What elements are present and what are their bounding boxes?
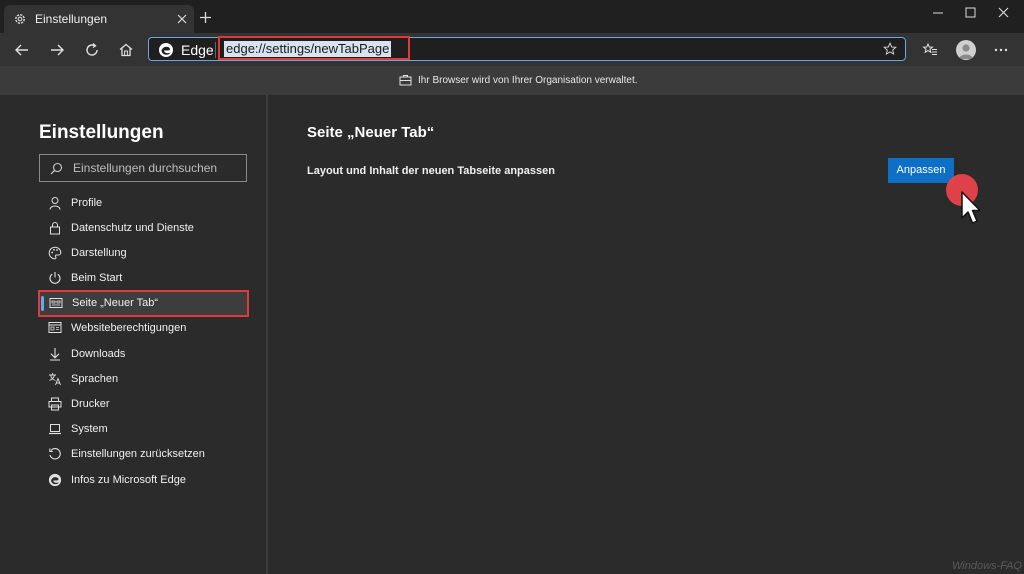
page-title: Seite „Neuer Tab“ [307,124,435,141]
sidebar-item-startup[interactable]: Beim Start [39,266,249,291]
sidebar-item-label: Infos zu Microsoft Edge [71,474,186,486]
sidebar-item-label: Drucker [71,398,110,410]
sidebar-item-printers[interactable]: Drucker [39,392,249,417]
sidebar-item-label: Darstellung [71,247,127,259]
browser-tab[interactable]: Einstellungen [4,5,194,33]
sidebar-item-new-tab-page[interactable]: Seite „Neuer Tab“ [38,290,249,317]
edge-logo-icon [158,42,174,58]
sidebar-item-site-permissions[interactable]: Websiteberechtigungen [39,316,249,341]
edge-logo-icon [48,473,62,487]
sidebar-item-label: Sprachen [71,373,119,385]
sidebar-item-privacy[interactable]: Datenschutz und Dienste [39,216,249,241]
sidebar-item-label: Profile [71,197,103,209]
title-bar: Einstellungen [0,0,1024,33]
sidebar-item-appearance[interactable]: Darstellung [39,241,249,266]
sidebar-item-label: Beim Start [71,272,123,284]
sidebar-item-profile[interactable]: Profile [39,191,249,216]
laptop-icon [48,422,62,436]
settings-sidebar: Einstellungen Einstellungen durchsuchen … [0,95,266,574]
section-label: Layout und Inhalt der neuen Tabseite anp… [307,165,555,177]
favorites-list-icon[interactable] [920,40,940,60]
sidebar-item-system[interactable]: System [39,417,249,442]
managed-info-bar: Ihr Browser wird von Ihrer Organisation … [0,66,1024,95]
briefcase-icon [399,74,412,86]
palette-icon [48,246,62,260]
sidebar-item-label: Downloads [71,348,126,360]
address-prefix: Edge [181,42,214,58]
language-icon [48,372,62,386]
sidebar-item-reset[interactable]: Einstellungen zurücksetzen [39,442,249,467]
sidebar-item-label: Websiteberechtigungen [71,322,187,334]
site-permissions-icon [48,321,62,335]
customize-button[interactable]: Anpassen [888,158,954,183]
home-icon[interactable] [116,40,136,60]
watermark: Windows-FAQ [952,560,1022,572]
printer-icon [48,397,62,411]
active-indicator [41,296,44,311]
browser-toolbar: Edge edge://settings/newTabPage [0,33,1024,66]
sidebar-item-label: Einstellungen zurücksetzen [71,448,205,460]
more-options-icon[interactable] [991,40,1011,60]
gear-icon [13,12,27,26]
back-arrow-icon[interactable] [12,40,32,60]
tab-title: Einstellungen [35,12,108,26]
sidebar-divider [266,95,268,574]
sidebar-item-label: Seite „Neuer Tab“ [72,297,159,309]
sidebar-item-downloads[interactable]: Downloads [39,342,249,367]
close-window-icon[interactable] [988,5,1020,21]
close-tab-icon[interactable] [176,13,188,25]
forward-arrow-icon[interactable] [47,40,67,60]
download-icon [48,347,62,361]
avatar[interactable] [956,40,976,60]
mouse-cursor-icon [960,190,982,226]
managed-notice: Ihr Browser wird von Ihrer Organisation … [418,75,638,86]
favorite-star-icon[interactable] [883,42,897,56]
sidebar-item-label: Datenschutz und Dienste [71,222,194,234]
sidebar-title: Einstellungen [39,122,164,143]
newtab-page-icon [49,296,63,310]
maximize-icon[interactable] [954,5,986,21]
search-icon [50,162,63,175]
url-text[interactable]: edge://settings/newTabPage [224,41,392,57]
sidebar-item-about[interactable]: Infos zu Microsoft Edge [39,468,249,493]
search-placeholder: Einstellungen durchsuchen [73,161,218,175]
search-input[interactable]: Einstellungen durchsuchen [39,154,247,182]
lock-icon [48,221,62,235]
address-divider [215,42,216,58]
sidebar-item-languages[interactable]: Sprachen [39,367,249,392]
reset-icon [48,447,62,461]
address-bar[interactable]: Edge edge://settings/newTabPage [148,36,906,61]
sidebar-item-label: System [71,423,108,435]
person-icon [48,196,62,210]
minimize-icon[interactable] [922,5,954,21]
new-tab-icon[interactable] [199,11,212,24]
power-icon [48,271,62,285]
refresh-icon[interactable] [82,40,102,60]
